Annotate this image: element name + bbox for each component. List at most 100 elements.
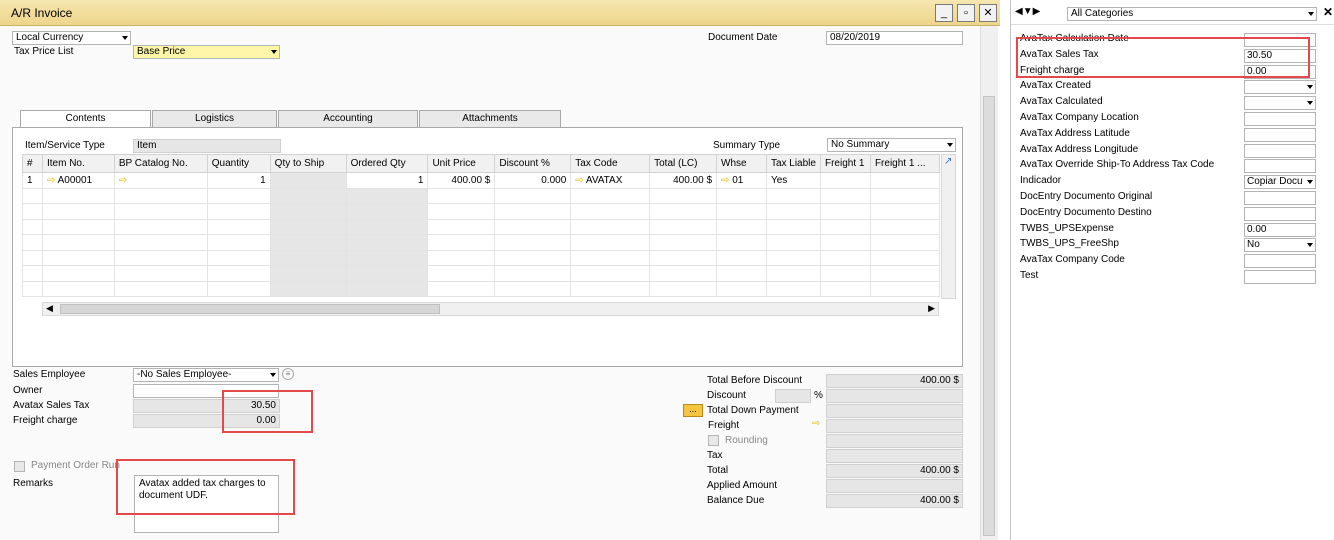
udf-field[interactable]: [1244, 80, 1316, 95]
close-icon[interactable]: ✕: [1323, 5, 1333, 19]
balance-due-value: 400.00 $: [920, 495, 959, 506]
tax-liable-cell[interactable]: Yes: [765, 172, 821, 189]
udf-field[interactable]: [1244, 159, 1316, 174]
tab-accounting[interactable]: Accounting: [278, 110, 418, 127]
freight-1b-cell[interactable]: [869, 172, 941, 189]
grid-horizontal-scrollbar[interactable]: ◀ ▶: [42, 302, 939, 316]
scrollbar-thumb[interactable]: [983, 96, 995, 536]
col-header[interactable]: Unit Price: [427, 154, 496, 173]
item-no-cell[interactable]: ⇨ A00001: [41, 172, 115, 189]
nav-buttons[interactable]: ◀▼▶: [1015, 6, 1040, 17]
item-type-field[interactable]: Item: [133, 139, 281, 153]
total-field: 400.00 $: [826, 464, 963, 478]
category-select[interactable]: All Categories: [1067, 7, 1317, 21]
currency-select[interactable]: Local Currency: [12, 31, 131, 45]
col-header[interactable]: Discount %: [494, 154, 572, 173]
col-header[interactable]: Quantity: [206, 154, 271, 173]
quantity-cell[interactable]: 1: [206, 172, 271, 189]
tax-price-list-select[interactable]: Base Price: [133, 45, 280, 59]
table-row[interactable]: [22, 280, 941, 297]
udf-label: AvaTax Calculated: [1020, 96, 1103, 108]
payment-order-checkbox[interactable]: [14, 461, 25, 472]
tab-contents-label: Contents: [65, 113, 106, 124]
table-row[interactable]: [22, 218, 941, 235]
total-value: 400.00 $: [920, 465, 959, 476]
scroll-left-icon[interactable]: ◀: [46, 303, 53, 314]
table-row[interactable]: [22, 265, 941, 282]
total-before-discount-value: 400.00 $: [920, 375, 959, 386]
document-date-field[interactable]: 08/20/2019: [826, 31, 963, 45]
link-arrow-icon[interactable]: ⇨: [47, 175, 55, 186]
close-button[interactable]: ✕: [979, 4, 997, 22]
scroll-right-icon[interactable]: ▶: [928, 303, 935, 314]
maximize-button[interactable]: ▫: [957, 4, 975, 22]
link-arrow-icon[interactable]: ⇨: [721, 175, 729, 186]
item-type-value: Item: [137, 140, 157, 151]
col-header[interactable]: Qty to Ship: [269, 154, 347, 173]
udf-field[interactable]: [1244, 206, 1316, 221]
discount-amount-field[interactable]: [826, 389, 963, 403]
rounding-field: [826, 434, 963, 448]
table-row[interactable]: 1 ⇨ A00001 ⇨ 1 1 400.00 $ 0.000 ⇨ AVATAX…: [22, 172, 941, 189]
grid-vertical-scrollbar[interactable]: ↗: [941, 154, 956, 299]
col-header[interactable]: Item No.: [41, 154, 115, 173]
down-payment-button[interactable]: ...: [683, 404, 703, 417]
col-header[interactable]: Tax Liable: [765, 154, 821, 173]
col-header[interactable]: Tax Code: [570, 154, 651, 173]
bp-catalog-cell[interactable]: ⇨: [113, 172, 208, 189]
tab-attachments[interactable]: Attachments: [419, 110, 561, 127]
freight-1-cell[interactable]: [819, 172, 871, 189]
col-header[interactable]: Whse: [716, 154, 767, 173]
link-arrow-icon[interactable]: ⇨: [575, 175, 583, 186]
col-header[interactable]: Ordered Qty: [345, 154, 429, 173]
link-arrow-icon[interactable]: ⇨: [812, 418, 820, 429]
form-scrollbar[interactable]: [980, 26, 998, 540]
link-arrow-icon[interactable]: ⇨: [119, 175, 127, 186]
col-header[interactable]: Freight 1 ...: [869, 154, 941, 173]
tab-logistics[interactable]: Logistics: [152, 110, 277, 127]
col-header[interactable]: Freight 1: [819, 154, 871, 173]
table-row[interactable]: [22, 187, 941, 204]
udf-field[interactable]: [1244, 127, 1316, 142]
table-row[interactable]: [22, 234, 941, 251]
udf-field[interactable]: [1244, 96, 1316, 111]
udf-field[interactable]: [1244, 270, 1316, 284]
whse-cell[interactable]: ⇨ 01: [716, 172, 767, 189]
col-header[interactable]: #: [22, 154, 43, 173]
sales-employee-value: -No Sales Employee-: [137, 369, 232, 380]
discount-cell[interactable]: 0.000: [494, 172, 572, 189]
total-cell[interactable]: 400.00 $: [649, 172, 718, 189]
more-options-icon[interactable]: ≡: [282, 368, 294, 380]
table-row[interactable]: [22, 203, 941, 220]
udf-field[interactable]: [1244, 191, 1316, 205]
scrollbar-thumb[interactable]: [60, 304, 440, 314]
tab-logistics-label: Logistics: [195, 113, 234, 124]
summary-type-select[interactable]: No Summary: [827, 138, 956, 152]
minimize-button[interactable]: _: [935, 4, 953, 22]
discount-percent-field[interactable]: [775, 389, 811, 403]
expand-icon[interactable]: ↗: [944, 156, 952, 167]
udf-field[interactable]: [1244, 112, 1316, 126]
discount-label: Discount: [707, 390, 746, 401]
summary-type-value: No Summary: [831, 139, 890, 150]
total-before-discount-field: 400.00 $: [826, 374, 963, 388]
sales-employee-select[interactable]: -No Sales Employee-: [133, 368, 279, 382]
rounding-checkbox[interactable]: [708, 435, 719, 446]
highlight-box: [1016, 37, 1310, 78]
udf-label: TWBS_UPSExpense: [1020, 222, 1114, 234]
payment-order-label: Payment Order Run: [31, 460, 120, 471]
whse-value: 01: [732, 174, 744, 186]
udf-field[interactable]: [1244, 254, 1316, 269]
tax-code-cell[interactable]: ⇨ AVATAX: [570, 172, 651, 189]
item-no-value: A00001: [57, 174, 93, 186]
udf-field[interactable]: 0.00: [1244, 222, 1316, 237]
unit-price-cell[interactable]: 400.00 $: [427, 172, 496, 189]
col-header[interactable]: BP Catalog No.: [113, 154, 208, 173]
col-header[interactable]: Total (LC): [649, 154, 718, 173]
ordered-qty-cell[interactable]: 1: [345, 172, 429, 189]
tab-contents[interactable]: Contents: [20, 110, 151, 128]
udf-field[interactable]: Copiar Docu: [1244, 175, 1316, 190]
udf-field[interactable]: [1244, 143, 1316, 158]
udf-field[interactable]: No: [1244, 238, 1316, 253]
table-row[interactable]: [22, 249, 941, 266]
